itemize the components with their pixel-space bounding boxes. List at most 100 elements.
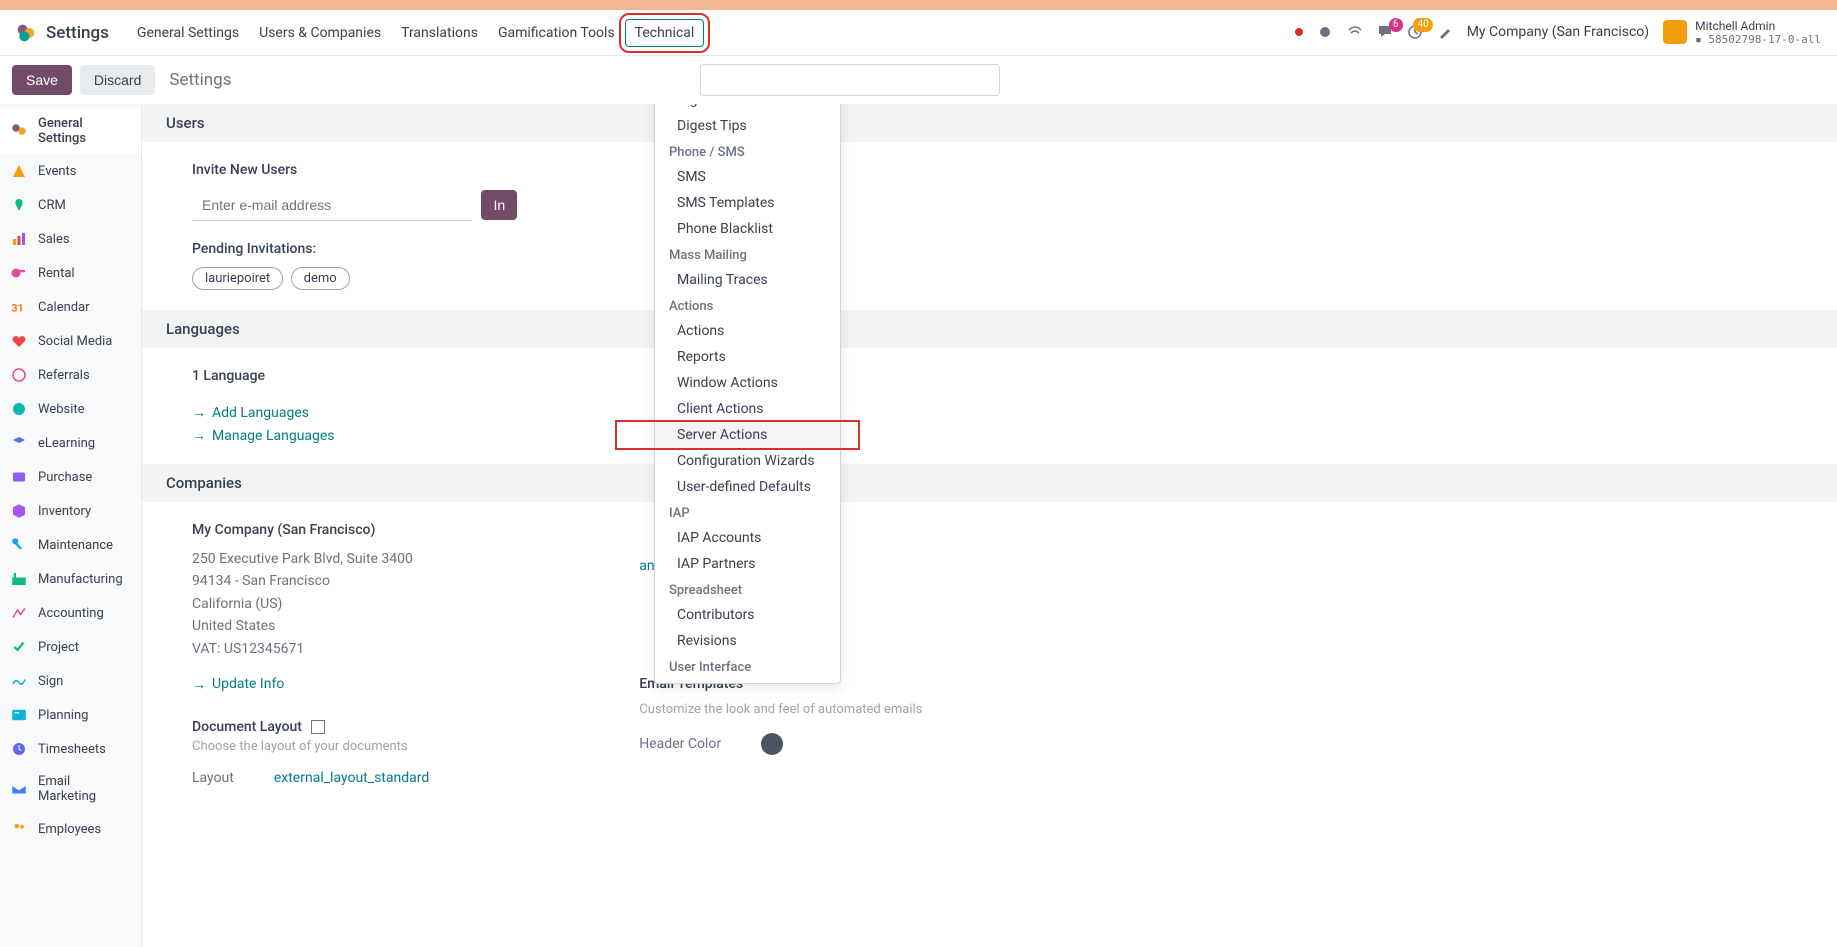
pending-tag[interactable]: lauriepoiret <box>192 267 283 290</box>
nav-users-companies[interactable]: Users & Companies <box>249 19 391 47</box>
invite-button[interactable]: In <box>481 190 517 220</box>
social-icon <box>10 332 28 350</box>
sidebar-item-purchase[interactable]: Purchase <box>0 460 141 494</box>
doc-layout-label: Document Layout <box>192 719 302 735</box>
planning-icon <box>10 706 28 724</box>
dropdown-item-digest-tips[interactable]: Digest Tips <box>655 113 840 139</box>
bug-icon[interactable] <box>1317 24 1333 40</box>
sidebar-item-manufacturing[interactable]: Manufacturing <box>0 562 141 596</box>
update-info-link[interactable]: → Update Info <box>192 676 284 693</box>
layout-label: Layout <box>192 770 234 786</box>
dropdown-item-config-wizards[interactable]: Configuration Wizards <box>655 448 840 474</box>
section-users-header: Users <box>142 104 1837 142</box>
project-icon <box>10 638 28 656</box>
dropdown-item-actions[interactable]: Actions <box>655 318 840 344</box>
messages-badge: 6 <box>1389 18 1403 32</box>
section-languages-header: Languages <box>142 310 1837 348</box>
nav-general-settings[interactable]: General Settings <box>127 19 249 47</box>
sidebar-item-inventory[interactable]: Inventory <box>0 494 141 528</box>
website-icon <box>10 400 28 418</box>
dropdown-item-phone-blacklist[interactable]: Phone Blacklist <box>655 216 840 242</box>
dropdown-item-iap-partners[interactable]: IAP Partners <box>655 551 840 577</box>
add-languages-link[interactable]: → Add Languages <box>192 404 309 421</box>
dropdown-section-actions: Actions <box>655 293 840 318</box>
company-selector[interactable]: My Company (San Francisco) <box>1467 24 1649 40</box>
tools-icon[interactable] <box>1437 24 1453 40</box>
section-companies-header: Companies <box>142 464 1837 502</box>
sidebar-item-sales[interactable]: Sales <box>0 222 141 256</box>
sidebar-item-planning[interactable]: Planning <box>0 698 141 732</box>
sidebar-item-calendar[interactable]: 31Calendar <box>0 290 141 324</box>
sidebar-item-accounting[interactable]: Accounting <box>0 596 141 630</box>
layout-value[interactable]: external_layout_standard <box>274 770 429 786</box>
dropdown-item-digest-emails[interactable]: Digest Emails <box>655 104 840 113</box>
settings-sidebar: General Settings Events CRM Sales Rental… <box>0 104 142 947</box>
sidebar-item-referrals[interactable]: Referrals <box>0 358 141 392</box>
crm-icon <box>10 196 28 214</box>
sidebar-item-website[interactable]: Website <box>0 392 141 426</box>
dropdown-item-sms-templates[interactable]: SMS Templates <box>655 190 840 216</box>
wifi-icon[interactable] <box>1347 24 1363 40</box>
search-input[interactable] <box>700 64 1000 96</box>
sidebar-item-social[interactable]: Social Media <box>0 324 141 358</box>
maintenance-icon <box>10 536 28 554</box>
browser-bar <box>0 0 1837 10</box>
user-menu[interactable]: Mitchell Admin ▪ 58502798-17-0-all <box>1663 19 1821 47</box>
messages-icon[interactable]: 6 <box>1377 24 1393 40</box>
sales-icon <box>10 230 28 248</box>
dropdown-item-client-actions[interactable]: Client Actions <box>655 396 840 422</box>
sidebar-item-timesheets[interactable]: Timesheets <box>0 732 141 766</box>
sidebar-item-project[interactable]: Project <box>0 630 141 664</box>
dropdown-item-window-actions[interactable]: Window Actions <box>655 370 840 396</box>
employees-icon <box>10 820 28 838</box>
app-title[interactable]: Settings <box>46 23 109 43</box>
pending-tag[interactable]: demo <box>291 267 350 290</box>
purchase-icon <box>10 468 28 486</box>
elearning-icon <box>10 434 28 452</box>
company-name-label: My Company (San Francisco) <box>192 522 429 538</box>
nav-technical[interactable]: Technical <box>625 19 705 47</box>
sign-icon <box>10 672 28 690</box>
save-button[interactable]: Save <box>12 65 72 95</box>
email-templates-subtext: Customize the look and feel of automated… <box>639 702 922 717</box>
email-input[interactable] <box>192 190 472 221</box>
main-header: Settings General Settings Users & Compan… <box>0 10 1837 56</box>
dropdown-item-mailing-traces[interactable]: Mailing Traces <box>655 267 840 293</box>
user-db: ▪ 58502798-17-0-all <box>1695 33 1821 46</box>
sidebar-item-elearning[interactable]: eLearning <box>0 426 141 460</box>
dropdown-section-iap: IAP <box>655 500 840 525</box>
dropdown-section-spreadsheet: Spreadsheet <box>655 577 840 602</box>
dropdown-item-sms[interactable]: SMS <box>655 164 840 190</box>
sidebar-item-email-marketing[interactable]: Email Marketing <box>0 766 141 812</box>
dropdown-item-contributors[interactable]: Contributors <box>655 602 840 628</box>
color-swatch[interactable] <box>761 733 783 755</box>
manage-languages-link[interactable]: → Manage Languages <box>192 427 335 444</box>
sidebar-item-rental[interactable]: Rental <box>0 256 141 290</box>
referrals-icon <box>10 366 28 384</box>
dropdown-item-user-defaults[interactable]: User-defined Defaults <box>655 474 840 500</box>
sidebar-item-general-settings[interactable]: General Settings <box>0 108 141 154</box>
sidebar-item-sign[interactable]: Sign <box>0 664 141 698</box>
sidebar-item-employees[interactable]: Employees <box>0 812 141 846</box>
doc-layout-subtext: Choose the layout of your documents <box>192 739 429 754</box>
recording-indicator-icon <box>1295 28 1303 36</box>
company-address: 250 Executive Park Blvd, Suite 3400 9413… <box>192 548 429 660</box>
dropdown-item-server-actions[interactable]: Server Actions <box>655 422 840 448</box>
dropdown-item-reports[interactable]: Reports <box>655 344 840 370</box>
events-icon <box>10 162 28 180</box>
sidebar-item-crm[interactable]: CRM <box>0 188 141 222</box>
subheader: Save Discard Settings <box>0 56 1837 104</box>
document-icon <box>311 720 325 734</box>
sidebar-item-maintenance[interactable]: Maintenance <box>0 528 141 562</box>
dropdown-item-iap-accounts[interactable]: IAP Accounts <box>655 525 840 551</box>
discard-button[interactable]: Discard <box>80 65 155 95</box>
nav-translations[interactable]: Translations <box>391 19 488 47</box>
nav-gamification[interactable]: Gamification Tools <box>488 19 625 47</box>
accounting-icon <box>10 604 28 622</box>
dropdown-section-ui: User Interface <box>655 654 840 679</box>
sidebar-item-events[interactable]: Events <box>0 154 141 188</box>
content-area: Users Invite New Users In Pending Invita… <box>142 104 1837 947</box>
dropdown-item-revisions[interactable]: Revisions <box>655 628 840 654</box>
activities-icon[interactable]: 40 <box>1407 24 1423 40</box>
calendar-icon: 31 <box>10 298 28 316</box>
